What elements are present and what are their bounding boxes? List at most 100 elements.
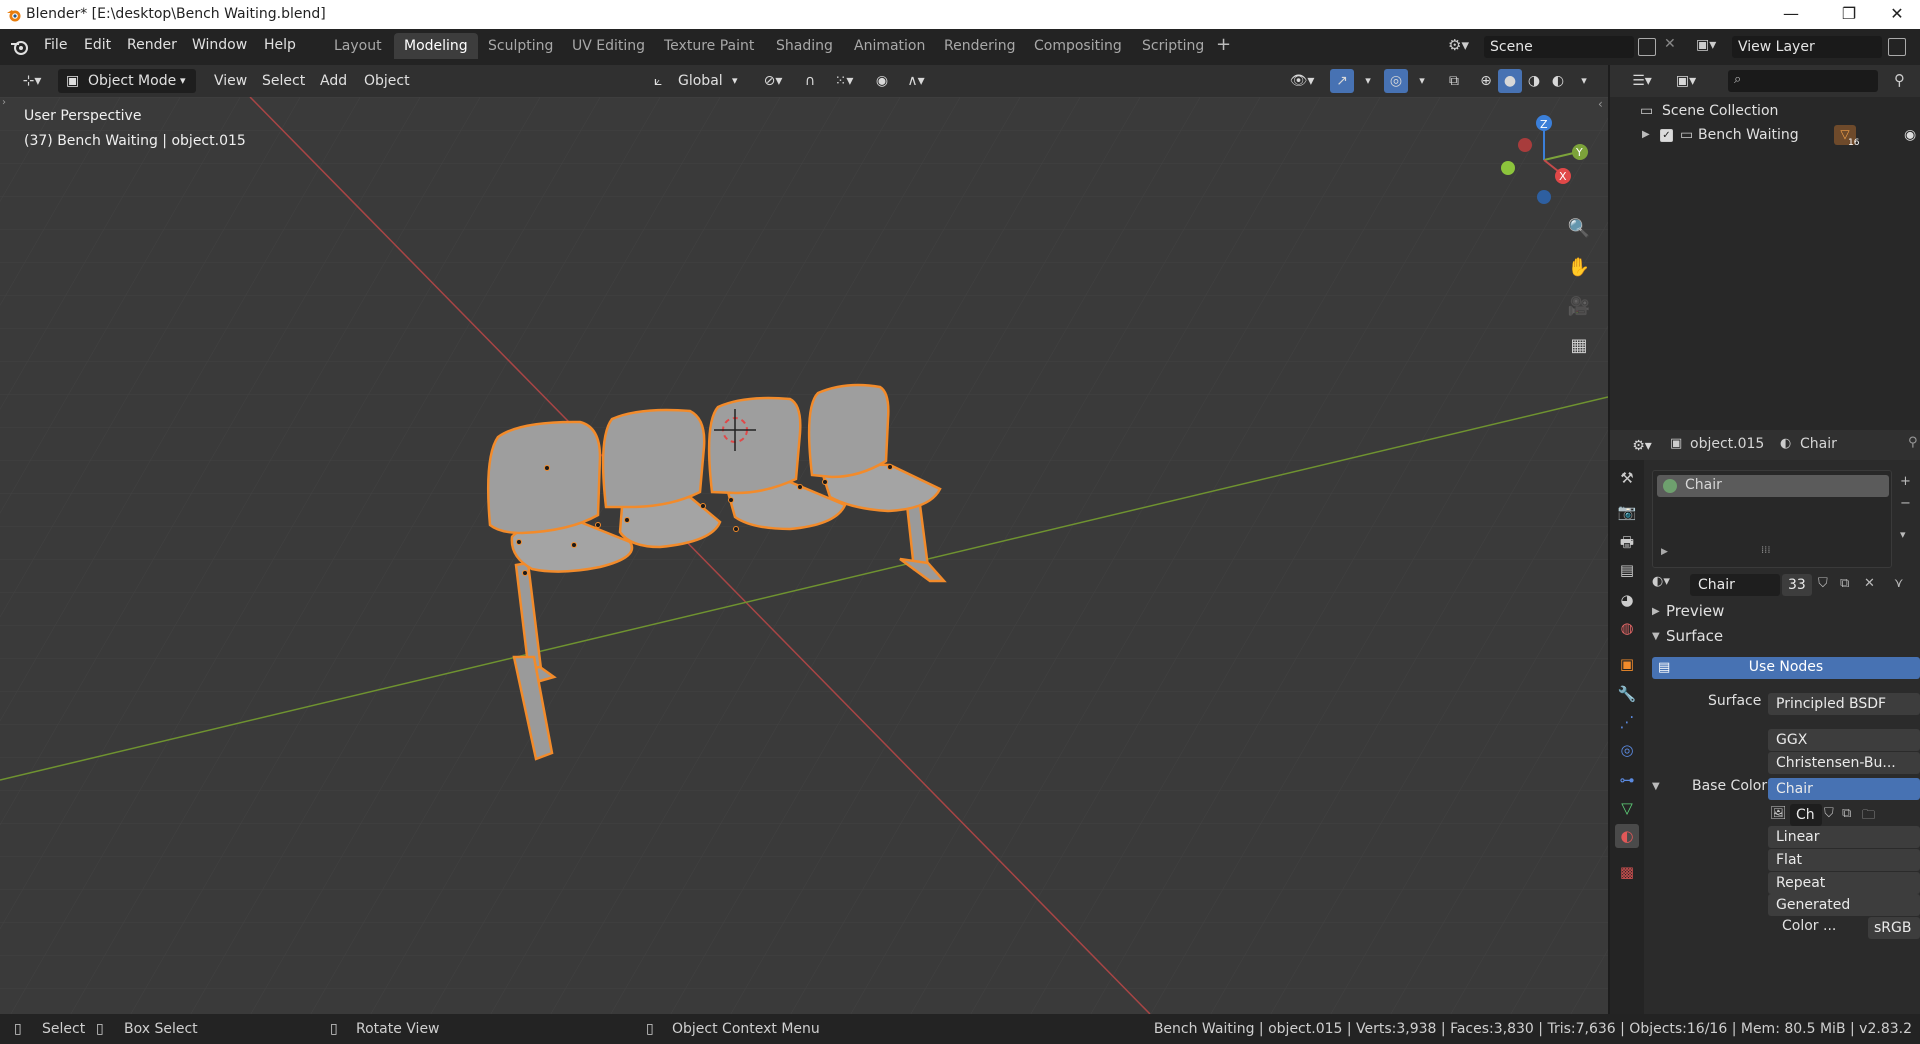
material-tab-icon[interactable]: ◐: [1615, 824, 1639, 848]
tab-animation[interactable]: Animation: [844, 33, 935, 59]
unlink-material-icon[interactable]: ✕: [1864, 576, 1875, 591]
mode-dropdown[interactable]: Object Mode ▣ ▾: [58, 69, 196, 93]
editor-type-icon[interactable]: ⊹▾: [14, 69, 50, 93]
distribution-dropdown[interactable]: GGX: [1768, 729, 1920, 751]
chevron-down-icon[interactable]: ▾: [1410, 69, 1434, 93]
tool-tab-icon[interactable]: ⚒: [1615, 466, 1639, 490]
tab-scripting[interactable]: Scripting: [1132, 33, 1214, 59]
physics-tab-icon[interactable]: ◎: [1615, 738, 1639, 762]
material-slot-item[interactable]: Chair: [1657, 475, 1889, 497]
zoom-icon[interactable]: 🔍: [1564, 214, 1594, 244]
delete-scene-icon[interactable]: ✕: [1664, 36, 1676, 52]
rendered-shading-icon[interactable]: ◐: [1546, 69, 1570, 93]
collapse-arrow-icon[interactable]: ▼: [1652, 781, 1660, 792]
menu-add[interactable]: Add: [314, 69, 353, 93]
outliner-row-bench-waiting[interactable]: ▶ ✓ ▭ Bench Waiting ▽ 16 ◉: [1610, 123, 1920, 148]
3d-viewport[interactable]: Z Y X User Perspective (37) Bench Waitin…: [0, 97, 1608, 1014]
display-mode-icon[interactable]: ▣▾: [1668, 69, 1704, 93]
outliner-search-input[interactable]: [1728, 70, 1878, 92]
snap-target-icon[interactable]: ⁙▾: [826, 69, 862, 93]
menu-edit[interactable]: Edit: [84, 37, 111, 53]
interpolation-dropdown[interactable]: Linear: [1768, 826, 1920, 848]
material-name-field[interactable]: Chair: [1690, 574, 1780, 596]
image-name-field[interactable]: Ch: [1790, 804, 1822, 826]
constraints-tab-icon[interactable]: ⊶: [1615, 768, 1639, 792]
proportional-edit-icon[interactable]: ◉: [870, 69, 894, 93]
menu-view[interactable]: View: [208, 69, 253, 93]
menu-window[interactable]: Window: [192, 37, 247, 53]
modifier-tab-icon[interactable]: 🔧: [1615, 682, 1639, 706]
expand-arrow-icon[interactable]: ▶: [1661, 547, 1668, 557]
surface-shader-field[interactable]: Principled BSDF: [1768, 693, 1920, 715]
maximize-button[interactable]: ❐: [1826, 2, 1872, 26]
wireframe-shading-icon[interactable]: ⊕: [1474, 69, 1498, 93]
object-data-tab-icon[interactable]: ▽: [1615, 796, 1639, 820]
particles-tab-icon[interactable]: ⋰: [1615, 710, 1639, 734]
falloff-icon[interactable]: ∧▾: [898, 69, 934, 93]
color-space-dropdown[interactable]: sRGB: [1868, 917, 1920, 939]
menu-select[interactable]: Select: [256, 69, 311, 93]
material-shading-icon[interactable]: ◑: [1522, 69, 1546, 93]
menu-help[interactable]: Help: [264, 37, 296, 53]
open-folder-icon[interactable]: 🗀: [1862, 806, 1875, 828]
chevron-down-icon[interactable]: ▾: [1900, 528, 1906, 541]
tab-texture-paint[interactable]: Texture Paint: [654, 33, 764, 59]
surface-panel-header[interactable]: Surface: [1666, 627, 1723, 645]
chevron-down-icon[interactable]: ▾: [1572, 69, 1596, 93]
chevron-down-icon[interactable]: ▾: [1356, 69, 1380, 93]
camera-view-icon[interactable]: 🎥: [1564, 292, 1594, 322]
fake-user-shield-icon[interactable]: ⛉: [1824, 806, 1834, 821]
view-layer-field[interactable]: View Layer: [1732, 36, 1882, 58]
object-tab-icon[interactable]: ▣: [1615, 652, 1639, 676]
node-tree-icon[interactable]: ⋎: [1894, 576, 1904, 591]
view-layer-icon[interactable]: ▣▾: [1696, 37, 1716, 53]
xray-toggle-icon[interactable]: ⧉: [1442, 69, 1466, 93]
tab-rendering[interactable]: Rendering: [934, 33, 1026, 59]
add-workspace-button[interactable]: +: [1216, 34, 1231, 55]
visibility-eye-icon[interactable]: 👁▾: [1284, 69, 1320, 93]
expand-arrow-icon[interactable]: ▶: [1652, 606, 1660, 617]
add-slot-icon[interactable]: +: [1900, 474, 1911, 489]
projection-dropdown[interactable]: Flat: [1768, 849, 1920, 871]
new-view-layer-icon[interactable]: [1888, 38, 1906, 56]
output-tab-icon[interactable]: 🖶: [1615, 530, 1639, 554]
tab-modeling[interactable]: Modeling: [394, 33, 478, 59]
collapse-arrow-icon[interactable]: ▼: [1652, 631, 1660, 642]
base-color-field[interactable]: Chair: [1768, 778, 1920, 800]
view-layer-tab-icon[interactable]: ▤: [1615, 558, 1639, 582]
fake-user-shield-icon[interactable]: ⛉: [1818, 576, 1828, 591]
ortho-grid-icon[interactable]: ▦: [1564, 331, 1594, 361]
use-nodes-button[interactable]: ▤ Use Nodes: [1652, 657, 1920, 679]
properties-editor-type-icon[interactable]: ⚙▾: [1624, 434, 1660, 458]
scene-name-field[interactable]: Scene: [1484, 36, 1634, 58]
tab-compositing[interactable]: Compositing: [1024, 33, 1132, 59]
viewport-scene[interactable]: Z Y X: [0, 97, 1608, 1014]
preview-panel-header[interactable]: Preview: [1666, 602, 1724, 620]
outliner-row-scene-collection[interactable]: ▭ Scene Collection: [1610, 99, 1920, 123]
menu-file[interactable]: File: [44, 37, 67, 53]
pan-hand-icon[interactable]: ✋: [1564, 253, 1594, 283]
tab-sculpting[interactable]: Sculpting: [478, 33, 563, 59]
solid-shading-icon[interactable]: ●: [1498, 69, 1522, 93]
vector-dropdown[interactable]: Generated: [1768, 894, 1920, 916]
tab-layout[interactable]: Layout: [324, 33, 392, 59]
visibility-eye-icon[interactable]: ◉: [1904, 123, 1916, 147]
pin-icon[interactable]: ⚲: [1908, 435, 1918, 450]
material-users-count[interactable]: 33: [1782, 574, 1812, 596]
resize-handle-icon[interactable]: ⁞⁞⁞: [1761, 545, 1771, 556]
gizmo-toggle-icon[interactable]: ↗: [1330, 69, 1354, 93]
tab-shading[interactable]: Shading: [766, 33, 843, 59]
subsurface-method-dropdown[interactable]: Christensen-Bu...: [1768, 752, 1920, 774]
snap-magnet-icon[interactable]: ∩: [798, 69, 822, 93]
image-browse-icon[interactable]: 🖼: [1770, 806, 1788, 824]
render-tab-icon[interactable]: 📷: [1615, 500, 1639, 524]
new-scene-icon[interactable]: [1638, 38, 1656, 56]
pivot-point-icon[interactable]: ⊘▾: [756, 69, 790, 93]
collection-checkbox[interactable]: ✓: [1660, 129, 1673, 142]
overlay-toggle-icon[interactable]: ◎: [1384, 69, 1408, 93]
duplicate-material-icon[interactable]: ⧉: [1840, 576, 1849, 591]
outliner-editor-type-icon[interactable]: ☰▾: [1624, 69, 1660, 93]
tab-uv-editing[interactable]: UV Editing: [562, 33, 655, 59]
transform-orientation-dropdown[interactable]: Global ⟀ ▾: [648, 69, 744, 93]
close-button[interactable]: ✕: [1874, 2, 1920, 26]
